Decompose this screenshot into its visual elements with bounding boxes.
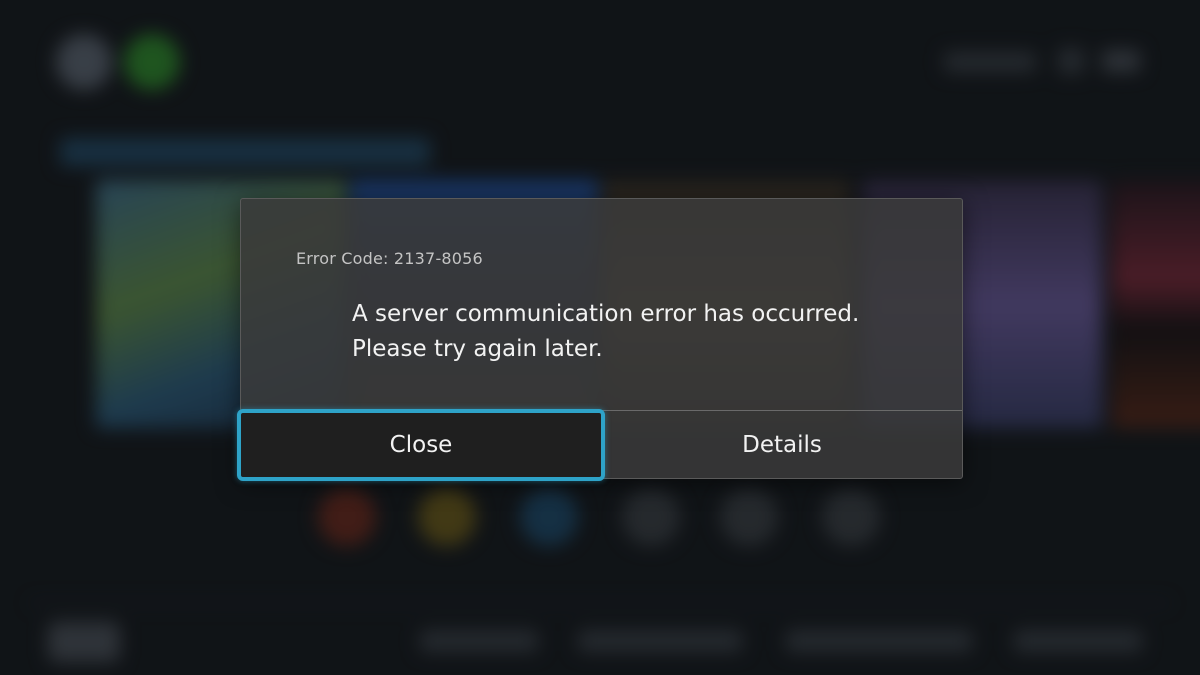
error-message-line: Please try again later. [352, 336, 603, 362]
close-button[interactable]: Close [237, 409, 605, 481]
error-dialog: Error Code: 2137-8056 A server communica… [237, 198, 963, 481]
screen: Error Code: 2137-8056 A server communica… [0, 0, 1200, 675]
error-code: Error Code: 2137-8056 [296, 249, 483, 268]
error-message-line: A server communication error has occurre… [352, 301, 860, 327]
error-message: A server communication error has occurre… [352, 297, 859, 367]
dialog-button-row: Details Close [237, 409, 962, 481]
details-button[interactable]: Details [602, 411, 962, 479]
